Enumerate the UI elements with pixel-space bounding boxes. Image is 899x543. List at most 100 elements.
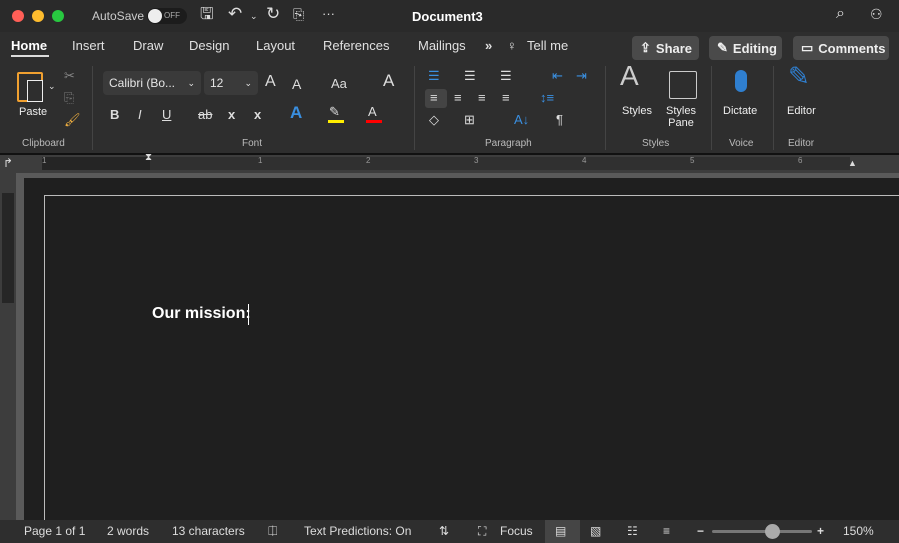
document-page[interactable]: Our mission:	[44, 195, 899, 525]
undo-icon[interactable]: ↶	[228, 5, 242, 22]
word-count[interactable]: 2 words	[107, 524, 149, 538]
show-formatting-button[interactable]: ¶	[556, 112, 563, 128]
close-window-button[interactable]	[12, 10, 24, 22]
undo-dropdown-icon[interactable]: ⌄	[250, 8, 258, 24]
format-painter-icon[interactable]: 🖌	[64, 112, 81, 128]
change-case-icon[interactable]: Aa	[331, 76, 347, 92]
ribbon: ⌄ Paste ✂ ⎘ 🖌 Clipboard Calibri (Bo... ⌄ …	[0, 60, 899, 153]
zoom-slider-handle[interactable]	[765, 524, 780, 539]
editor-group-label: Editor	[788, 138, 815, 149]
active-tab-indicator	[11, 55, 49, 57]
chevron-down-icon: ⌄	[244, 77, 252, 88]
search-icon[interactable]: ⌕	[836, 6, 845, 22]
more-tabs-icon[interactable]: »	[485, 38, 492, 53]
autosave-label: AutoSave	[92, 9, 145, 23]
increase-indent-icon[interactable]: ⇥	[576, 68, 587, 84]
microphone-icon[interactable]	[735, 70, 747, 92]
left-margin-area	[42, 157, 150, 170]
right-indent-marker-icon[interactable]: ▲	[848, 158, 857, 168]
horizontal-ruler[interactable]: ↱ ⧗ ▲ 1 1 2 3 4 5 6	[0, 152, 899, 173]
zoom-out-button[interactable]: −	[697, 524, 704, 538]
text-predictions[interactable]: Text Predictions: On	[304, 524, 411, 538]
zoom-in-button[interactable]: +	[817, 524, 824, 538]
justify-icon[interactable]: ≡	[502, 90, 510, 106]
italic-button[interactable]: I	[138, 107, 142, 123]
collaborate-icon[interactable]: ⚇	[870, 6, 883, 22]
align-left-button[interactable]: ≡	[425, 89, 447, 108]
outline-icon[interactable]: ☷	[627, 524, 638, 538]
sort-icon[interactable]: A↓	[514, 112, 529, 128]
strikethrough-button[interactable]: ab	[198, 107, 212, 123]
text-effects-icon[interactable]: A	[290, 104, 302, 121]
comments-button[interactable]: ▭ Comments	[793, 36, 889, 60]
focus-button[interactable]: Focus	[500, 524, 533, 538]
font-name-select[interactable]: Calibri (Bo... ⌄	[103, 71, 201, 95]
lightbulb-icon: ♀	[507, 38, 517, 53]
clipboard-paste-icon[interactable]: ⎘	[293, 6, 304, 22]
tab-insert[interactable]: Insert	[72, 38, 105, 53]
align-center-icon[interactable]: ≡	[454, 90, 462, 106]
numbering-icon[interactable]: ☰	[464, 68, 476, 84]
copy-icon[interactable]: ⎘	[64, 90, 74, 106]
grow-font-icon[interactable]: A	[265, 74, 276, 90]
align-right-icon[interactable]: ≡	[478, 90, 486, 106]
styles-gallery-icon[interactable]: A	[620, 62, 639, 90]
tab-design[interactable]: Design	[189, 38, 229, 53]
title-bar: AutoSave OFF 🖫 ↶ ⌄ ↻ ⎘ ··· Document3 ⌕ ⚇	[0, 0, 899, 32]
styles-button[interactable]: Styles	[622, 105, 652, 117]
editor-button[interactable]: Editor	[787, 105, 816, 117]
more-icon[interactable]: ···	[322, 6, 335, 22]
dictate-button[interactable]: Dictate	[723, 105, 757, 117]
redo-icon[interactable]: ↻	[266, 5, 280, 22]
tab-layout[interactable]: Layout	[256, 38, 295, 53]
tab-references[interactable]: References	[323, 38, 389, 53]
paste-label[interactable]: Paste	[19, 106, 47, 118]
editing-button[interactable]: ✎ Editing	[709, 36, 782, 60]
superscript-button[interactable]: x	[254, 107, 261, 123]
print-layout-button[interactable]: ▤	[545, 520, 580, 543]
subscript-button[interactable]: x	[228, 107, 235, 123]
accessibility-icon[interactable]: ⇅	[439, 524, 449, 538]
zoom-level[interactable]: 150%	[843, 524, 874, 538]
clipboard-group-label: Clipboard	[22, 138, 65, 149]
decrease-indent-icon[interactable]: ⇤	[552, 68, 563, 84]
share-icon: ⇪	[640, 40, 651, 55]
character-count[interactable]: 13 characters	[172, 524, 245, 538]
vertical-ruler[interactable]	[0, 173, 16, 520]
cut-icon[interactable]: ✂	[64, 68, 75, 84]
paste-dropdown-icon[interactable]: ⌄	[48, 78, 56, 94]
share-button[interactable]: ⇪ Share	[632, 36, 699, 60]
multilevel-list-icon[interactable]: ☰	[500, 68, 512, 84]
draft-icon[interactable]: ≡	[663, 524, 670, 538]
editor-icon[interactable]: ✎	[788, 63, 810, 89]
document-text[interactable]: Our mission:	[152, 305, 251, 323]
page-count[interactable]: Page 1 of 1	[24, 524, 85, 538]
underline-button[interactable]: U	[162, 107, 171, 123]
paste-icon[interactable]	[17, 72, 43, 102]
font-color-icon[interactable]: A	[368, 104, 377, 120]
tab-stop-selector-icon[interactable]: ↱	[3, 156, 13, 170]
tab-mailings[interactable]: Mailings	[418, 38, 466, 53]
bullets-icon[interactable]: ☰	[428, 68, 440, 84]
tell-me[interactable]: Tell me	[527, 38, 568, 53]
indent-marker-icon[interactable]: ⧗	[145, 152, 152, 163]
minimize-window-button[interactable]	[32, 10, 44, 22]
borders-icon[interactable]: ⊞	[464, 112, 475, 128]
zoom-window-button[interactable]	[52, 10, 64, 22]
web-layout-icon[interactable]: ▧	[590, 524, 601, 538]
font-size-select[interactable]: 12 ⌄	[204, 71, 258, 95]
styles-pane-icon[interactable]	[669, 71, 697, 99]
bold-button[interactable]: B	[110, 107, 119, 123]
autosave-toggle[interactable]: OFF	[147, 8, 187, 24]
clear-formatting-icon[interactable]: A	[383, 72, 394, 89]
shrink-font-icon[interactable]: A	[292, 76, 301, 92]
tab-draw[interactable]: Draw	[133, 38, 163, 53]
proofing-icon[interactable]: ⎅	[268, 524, 278, 539]
save-icon[interactable]: 🖫	[200, 7, 214, 23]
styles-pane-button[interactable]: Styles Pane	[666, 105, 696, 129]
line-spacing-icon[interactable]: ↕≡	[540, 90, 554, 106]
zoom-slider[interactable]	[712, 524, 812, 539]
tab-home[interactable]: Home	[11, 38, 47, 53]
highlighter-icon[interactable]: ✎	[329, 104, 340, 120]
shading-icon[interactable]: ◇	[429, 112, 439, 128]
